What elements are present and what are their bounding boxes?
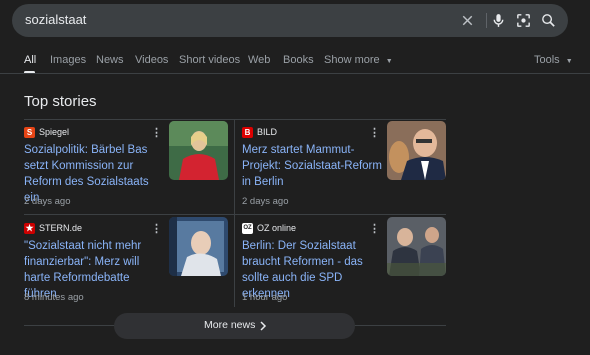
source-name: OZ online — [257, 223, 297, 233]
search-icon[interactable] — [540, 12, 557, 29]
more-options-icon[interactable]: ⋮ — [151, 126, 162, 140]
tab-show-more[interactable]: Show more ▼ — [324, 54, 393, 66]
divider — [486, 13, 487, 28]
story-age: 1 hour ago — [242, 292, 288, 303]
source-name: Spiegel — [39, 127, 70, 137]
story-card[interactable]: OZ OZ online ⋮ Berlin: Der Sozialstaat b… — [242, 217, 446, 304]
tools-label: Tools — [534, 54, 560, 66]
more-news-label: More news — [204, 319, 256, 331]
source-row: OZ OZ online — [242, 222, 382, 236]
story-age: 2 days ago — [24, 196, 71, 207]
section-title: Top stories — [24, 93, 97, 110]
source-row: B BILD — [242, 126, 382, 140]
story-image — [169, 121, 228, 180]
bild-favicon-icon: B — [242, 127, 253, 138]
story-image — [387, 121, 446, 180]
more-options-icon[interactable]: ⋮ — [151, 222, 162, 236]
story-image — [169, 217, 228, 276]
story-thumbnail[interactable] — [169, 121, 228, 180]
microphone-icon[interactable] — [490, 12, 507, 29]
story-thumbnail[interactable] — [387, 217, 446, 276]
source-row: ★ STERN.de — [24, 222, 164, 236]
story-card[interactable]: S Spiegel ⋮ Sozialpolitik: Bärbel Bas se… — [24, 121, 228, 208]
chevron-right-icon — [260, 321, 267, 331]
tab-books[interactable]: Books — [283, 54, 314, 66]
chevron-down-icon: ▼ — [385, 58, 393, 65]
chevron-down-icon: ▼ — [565, 58, 573, 65]
source-name: STERN.de — [39, 223, 83, 233]
search-input[interactable]: sozialstaat — [25, 12, 86, 27]
clear-icon[interactable] — [459, 12, 476, 29]
more-options-icon[interactable]: ⋮ — [369, 126, 380, 140]
story-card[interactable]: ★ STERN.de ⋮ "Sozialstaat nicht mehr fin… — [24, 217, 228, 304]
source-name: BILD — [257, 127, 278, 137]
story-thumbnail[interactable] — [169, 217, 228, 276]
tools-button[interactable]: Tools ▼ — [534, 54, 573, 66]
story-headline[interactable]: Merz startet Mammut-Projekt: Sozialstaat… — [242, 142, 382, 190]
story-image — [387, 217, 446, 276]
story-card[interactable]: B BILD ⋮ Merz startet Mammut-Projekt: So… — [242, 121, 446, 208]
stern-favicon-icon: ★ — [24, 223, 35, 234]
tabs-divider — [0, 73, 590, 74]
lens-icon[interactable] — [515, 12, 532, 29]
story-thumbnail[interactable] — [387, 121, 446, 180]
tab-short-videos[interactable]: Short videos — [179, 54, 240, 66]
tab-web[interactable]: Web — [248, 54, 270, 66]
tab-videos[interactable]: Videos — [135, 54, 168, 66]
divider — [24, 214, 446, 215]
more-options-icon[interactable]: ⋮ — [369, 222, 380, 236]
divider — [24, 119, 446, 120]
oz-favicon-icon: OZ — [242, 223, 253, 234]
search-bar[interactable]: sozialstaat — [12, 4, 568, 37]
source-row: S Spiegel — [24, 126, 164, 140]
divider — [234, 119, 235, 307]
tab-images[interactable]: Images — [50, 54, 86, 66]
story-age: 2 days ago — [242, 196, 289, 207]
more-news-button[interactable]: More news — [114, 313, 355, 339]
tab-all[interactable]: All — [24, 54, 36, 66]
story-age: 8 minutes ago — [24, 292, 84, 303]
show-more-label: Show more — [324, 54, 380, 66]
search-tabs: All Images News Videos Short videos Web … — [0, 52, 590, 74]
tab-news[interactable]: News — [96, 54, 124, 66]
spiegel-favicon-icon: S — [24, 127, 35, 138]
